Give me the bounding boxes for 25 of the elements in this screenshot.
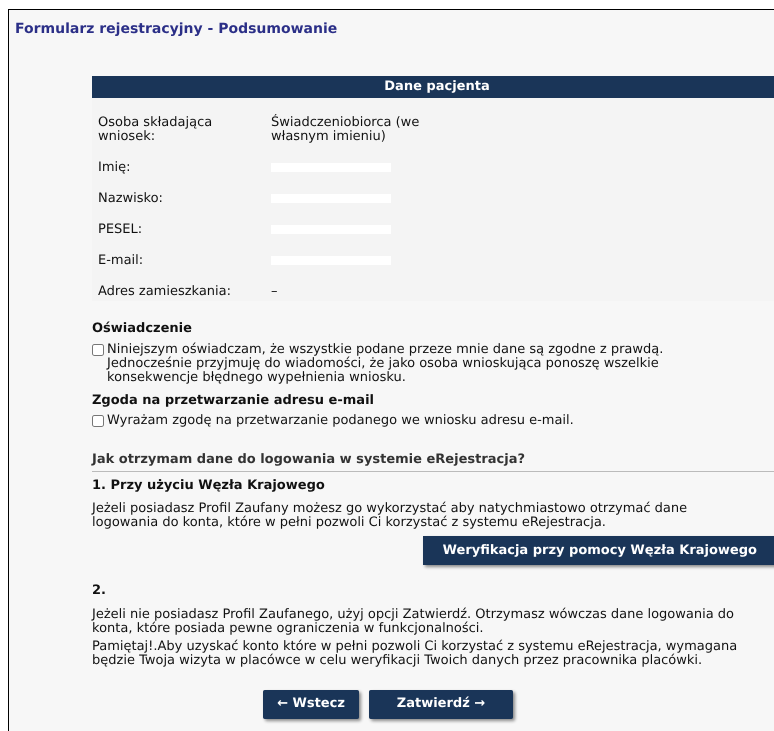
checkbox[interactable] (92, 415, 104, 427)
checkbox[interactable] (92, 344, 104, 356)
field-value: – (271, 285, 278, 299)
panel-header: Dane pacjenta (92, 76, 774, 98)
section-heading: Zgoda na przetwarzanie adresu e-mail (92, 392, 375, 410)
paragraph: Jeżeli nie posiadasz Profil Zaufanego, użyj opcji Zatwierdź. Otrzymasz wówczas dane logowania do konta, które posiada pewne ograniczenia w funkcjonalności. (92, 608, 736, 636)
section-heading: Oświadczenie (92, 320, 193, 338)
field-label: Osoba składająca wniosek: (98, 116, 214, 144)
paragraph: Pamiętaj!.Aby uzyskać konto które w pełni pozwoli Ci korzystać z systemu eRejestracja, wymagana będzie Twoja wizyta w placówce w celu weryfikacji Twoich danych przez pracownika placówki. (92, 640, 738, 668)
field-label: Adres zamieszkania: (98, 285, 232, 299)
option-title: 2. (92, 582, 107, 600)
back-button[interactable]: ← Wstecz (263, 690, 359, 718)
paragraph: Jeżeli posiadasz Profil Zaufany możesz go wykorzystać aby natychmiastowo otrzymać dane logowania do konta, które w pełni pozwoli Ci korzystać z systemu eRejestracja. (92, 502, 688, 530)
consent-text: Wyrażam zgodę na przetwarzanie podanego we wniosku adresu e-mail. (107, 414, 574, 428)
option-title: 1. Przy użyciu Węzła Krajowego (92, 476, 326, 494)
consent-text: Niniejszym oświadczam, że wszystkie podane przeze mnie dane są zgodne z prawdą. Jednocześnie przyjmuję do wiadomości, że jako osoba wnioskująca ponoszę wszelkie konsekwencje błędnego wypełnienia wniosku. (107, 342, 664, 384)
verify-button[interactable]: Weryfikacja przy pomocy Węzła Krajowego (422, 536, 774, 565)
field-value: Świadczeniobiorca (we własnym imieniu) (271, 116, 420, 144)
field-label: Nazwisko: (98, 192, 164, 206)
field-label: Imię: (98, 161, 132, 175)
field-label: E-mail: (98, 254, 144, 268)
field-label: PESEL: (98, 223, 144, 237)
page-title: Formularz rejestracyjny - Podsumowanie (14, 20, 338, 39)
section-heading: Jak otrzymam dane do logowania w systemie eRejestracja? (92, 450, 774, 472)
submit-button[interactable]: Zatwierdź → (369, 690, 513, 718)
